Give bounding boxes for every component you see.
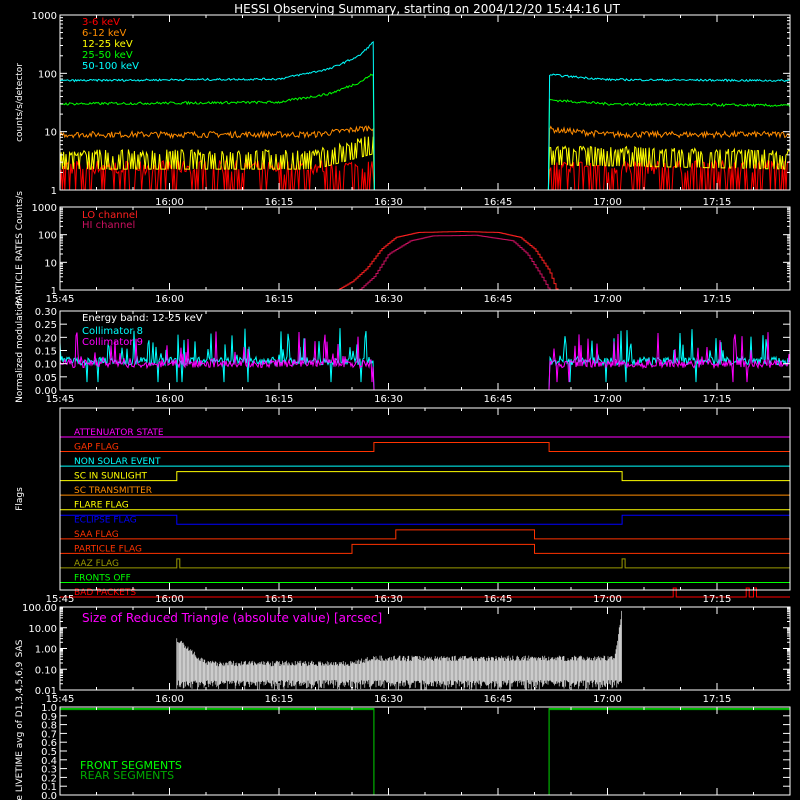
flag-label: AAZ FLAG bbox=[74, 559, 119, 569]
y-tick-label: 1 bbox=[51, 186, 57, 197]
x-tick-label: 17:00 bbox=[593, 197, 622, 208]
x-tick-label: 16:30 bbox=[374, 294, 403, 305]
flag-label: FLARE FLAG bbox=[74, 501, 129, 511]
y-tick-label: 0.20 bbox=[35, 333, 57, 344]
y-tick-label: 0.10 bbox=[35, 665, 57, 676]
x-tick-label: 16:30 bbox=[374, 394, 403, 405]
legend-entry: HI channel bbox=[82, 220, 135, 231]
figure-title: HESSI Observing Summary, starting on 200… bbox=[234, 2, 620, 16]
flag-label: FRONTS OFF bbox=[74, 573, 131, 583]
x-tick-label: 16:45 bbox=[484, 394, 513, 405]
y-tick-label: 100 bbox=[38, 231, 57, 242]
y-tick-label: 0.01 bbox=[35, 686, 57, 697]
y-axis-label: SAS bbox=[15, 639, 25, 657]
x-tick-label: 16:00 bbox=[155, 694, 184, 705]
y-tick-label: 0.05 bbox=[35, 373, 57, 384]
y-tick-label: 10 bbox=[44, 258, 57, 269]
legend-entry: 3-6 keV bbox=[82, 17, 120, 28]
x-tick-label: 16:00 bbox=[155, 294, 184, 305]
x-tick-label: 17:00 bbox=[593, 694, 622, 705]
y-axis-label: Mon. Rate LIVETIME avg of D1,3,4,5,6,9 bbox=[15, 661, 25, 800]
x-tick-label: 16:45 bbox=[484, 694, 513, 705]
x-tick-label: 16:45 bbox=[484, 294, 513, 305]
y-tick-label: 10 bbox=[44, 128, 57, 139]
annotation: Energy band: 12-25 keV bbox=[82, 313, 203, 324]
y-tick-label: 1000 bbox=[32, 11, 57, 22]
flag-label: SC TRANSMITTER bbox=[74, 486, 152, 496]
y-tick-label: 1000 bbox=[32, 203, 57, 214]
y-tick-label: 0.30 bbox=[35, 307, 57, 318]
x-tick-label: 16:30 bbox=[374, 197, 403, 208]
x-tick-label: 16:00 bbox=[155, 197, 184, 208]
flag-label: SC IN SUNLIGHT bbox=[74, 472, 148, 482]
legend-entry: 50-100 keV bbox=[82, 61, 139, 72]
annotation: Size of Reduced Triangle (absolute value… bbox=[82, 611, 382, 625]
y-tick-label: 1.0 bbox=[41, 703, 57, 714]
x-tick-label: 16:15 bbox=[265, 294, 294, 305]
x-tick-label: 16:30 bbox=[374, 694, 403, 705]
legend-entry: 6-12 keV bbox=[82, 28, 126, 39]
x-tick-label: 16:15 bbox=[265, 394, 294, 405]
x-tick-label: 16:15 bbox=[265, 594, 294, 605]
x-tick-label: 17:15 bbox=[703, 197, 732, 208]
y-axis-label: PARTICLE RATES Counts/s bbox=[15, 191, 25, 306]
x-tick-label: 16:30 bbox=[374, 594, 403, 605]
y-tick-label: 0.25 bbox=[35, 320, 57, 331]
y-tick-label: 100 bbox=[38, 69, 57, 80]
x-tick-label: 16:00 bbox=[155, 594, 184, 605]
legend-entry: Collimator 8 bbox=[82, 326, 143, 337]
legend-entry: 12-25 keV bbox=[82, 39, 133, 50]
x-tick-label: 16:15 bbox=[265, 197, 294, 208]
y-tick-label: 1.00 bbox=[35, 645, 57, 656]
legend-entry: 25-50 keV bbox=[82, 50, 133, 61]
x-tick-label: 17:15 bbox=[703, 294, 732, 305]
x-tick-label: 17:00 bbox=[593, 594, 622, 605]
x-tick-label: 17:00 bbox=[593, 394, 622, 405]
x-tick-label: 17:15 bbox=[703, 594, 732, 605]
y-tick-label: 1 bbox=[51, 286, 57, 297]
legend-entry: Collimator 9 bbox=[82, 337, 143, 348]
y-axis-label: counts/s/detector bbox=[15, 63, 25, 142]
y-tick-label: 0.10 bbox=[35, 360, 57, 371]
x-tick-label: 17:15 bbox=[703, 394, 732, 405]
y-tick-label: 10.00 bbox=[28, 624, 57, 635]
flag-label: GAP FLAG bbox=[74, 443, 119, 453]
y-tick-label: 0.00 bbox=[35, 386, 57, 397]
x-tick-label: 17:15 bbox=[703, 694, 732, 705]
flag-label: ECLIPSE FLAG bbox=[74, 515, 137, 525]
x-tick-label: 16:45 bbox=[484, 594, 513, 605]
x-tick-label: 16:45 bbox=[484, 197, 513, 208]
flag-label: NON SOLAR EVENT bbox=[74, 457, 161, 467]
y-tick-label: 0.15 bbox=[35, 347, 57, 358]
x-tick-label: 17:00 bbox=[593, 294, 622, 305]
legend-entry: REAR SEGMENTS bbox=[80, 769, 174, 782]
y-axis-label: Flags bbox=[15, 487, 25, 511]
x-tick-label: 16:00 bbox=[155, 394, 184, 405]
x-tick-label: 16:15 bbox=[265, 694, 294, 705]
observing-summary-figure: HESSI Observing Summary, starting on 200… bbox=[0, 0, 800, 800]
flag-label: PARTICLE FLAG bbox=[74, 544, 142, 554]
y-axis-label: Normalized modulation bbox=[15, 298, 25, 403]
y-tick-label: 100.00 bbox=[22, 603, 57, 614]
flag-label: ATTENUATOR STATE bbox=[74, 428, 164, 438]
flag-label: SAA FLAG bbox=[74, 530, 119, 540]
